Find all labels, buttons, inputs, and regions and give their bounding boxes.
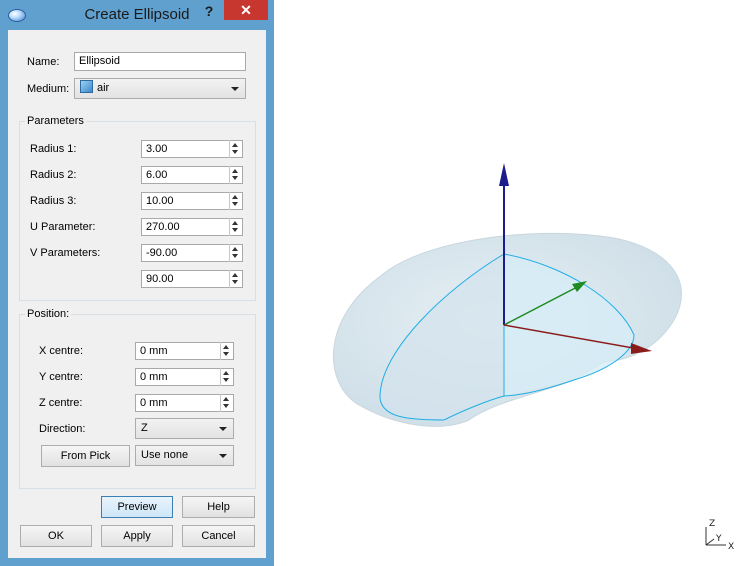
dialog-client-area: Name: Ellipsoid Medium: air Parameters R… bbox=[8, 30, 266, 558]
z-centre-label: Z centre: bbox=[39, 397, 83, 409]
create-ellipsoid-dialog: Create Ellipsoid ? ✕ Name: Ellipsoid Med… bbox=[0, 0, 274, 566]
u-parameter-input[interactable]: 270.00 bbox=[141, 218, 243, 236]
spin-arrows-icon[interactable] bbox=[229, 166, 241, 184]
medium-select[interactable]: air bbox=[74, 78, 246, 99]
radius-1-value: 3.00 bbox=[146, 143, 168, 155]
use-select[interactable]: Use none bbox=[135, 445, 234, 466]
radius-3-input[interactable]: 10.00 bbox=[141, 192, 243, 210]
axis-triad: Z Y X bbox=[705, 519, 734, 552]
spin-arrows-icon[interactable] bbox=[220, 342, 232, 360]
radius-2-value: 6.00 bbox=[146, 169, 168, 181]
name-label: Name: bbox=[27, 56, 60, 68]
radius-3-value: 10.00 bbox=[146, 195, 174, 207]
triad-y-label: Y bbox=[715, 534, 722, 544]
triad-z-label: Z bbox=[709, 519, 715, 529]
viewport-canvas: Z Y X bbox=[333, 163, 734, 552]
medium-cube-icon bbox=[80, 80, 93, 93]
position-group-title: Position: bbox=[25, 308, 72, 320]
medium-label: Medium: bbox=[27, 83, 70, 95]
use-value: Use none bbox=[141, 449, 189, 461]
x-centre-label: X centre: bbox=[39, 345, 84, 357]
spin-arrows-icon[interactable] bbox=[220, 368, 232, 386]
triad-y-line bbox=[705, 538, 715, 546]
z-centre-value: 0 mm bbox=[140, 397, 168, 409]
ok-button[interactable]: OK bbox=[20, 525, 92, 547]
v-parameter-min-input[interactable]: -90.00 bbox=[141, 244, 243, 262]
spin-arrows-icon[interactable] bbox=[229, 244, 241, 262]
3d-viewport[interactable]: Z Y X bbox=[274, 0, 737, 566]
z-centre-input[interactable]: 0 mm bbox=[135, 394, 234, 412]
help-title-button[interactable]: ? bbox=[196, 0, 222, 22]
x-centre-value: 0 mm bbox=[140, 345, 168, 357]
y-centre-value: 0 mm bbox=[140, 371, 168, 383]
triad-x-label: X bbox=[728, 542, 734, 552]
preview-button[interactable]: Preview bbox=[101, 496, 173, 518]
spin-arrows-icon[interactable] bbox=[229, 140, 241, 158]
spin-arrows-icon[interactable] bbox=[229, 192, 241, 210]
parameters-group-title: Parameters bbox=[25, 115, 86, 127]
cancel-button[interactable]: Cancel bbox=[182, 525, 255, 547]
radius-2-input[interactable]: 6.00 bbox=[141, 166, 243, 184]
u-parameter-label: U Parameter: bbox=[30, 221, 96, 233]
x-centre-input[interactable]: 0 mm bbox=[135, 342, 234, 360]
v-parameter-min-value: -90.00 bbox=[146, 247, 178, 259]
chevron-down-icon bbox=[231, 87, 239, 91]
radius-2-label: Radius 2: bbox=[30, 169, 77, 181]
y-centre-input[interactable]: 0 mm bbox=[135, 368, 234, 386]
chevron-down-icon bbox=[219, 427, 227, 431]
radius-3-label: Radius 3: bbox=[30, 195, 77, 207]
z-axis-arrow-icon bbox=[499, 163, 509, 186]
spin-arrows-icon[interactable] bbox=[229, 218, 241, 236]
direction-value: Z bbox=[141, 422, 148, 434]
name-input[interactable]: Ellipsoid bbox=[74, 52, 246, 71]
radius-1-label: Radius 1: bbox=[30, 143, 77, 155]
close-button[interactable]: ✕ bbox=[224, 0, 268, 20]
direction-label: Direction: bbox=[39, 423, 86, 435]
direction-select[interactable]: Z bbox=[135, 418, 234, 439]
help-button[interactable]: Help bbox=[182, 496, 255, 518]
apply-button[interactable]: Apply bbox=[101, 525, 173, 547]
v-parameter-max-input[interactable]: 90.00 bbox=[141, 270, 243, 288]
u-parameter-value: 270.00 bbox=[146, 221, 180, 233]
medium-value: air bbox=[97, 82, 110, 94]
from-pick-button[interactable]: From Pick bbox=[41, 445, 130, 467]
y-centre-label: Y centre: bbox=[39, 371, 83, 383]
title-bar[interactable]: Create Ellipsoid ? ✕ bbox=[0, 0, 274, 30]
chevron-down-icon bbox=[219, 454, 227, 458]
v-parameters-label: V Parameters: bbox=[30, 247, 101, 259]
spin-arrows-icon[interactable] bbox=[220, 394, 232, 412]
radius-1-input[interactable]: 3.00 bbox=[141, 140, 243, 158]
spin-arrows-icon[interactable] bbox=[229, 270, 241, 288]
v-parameter-max-value: 90.00 bbox=[146, 273, 174, 285]
close-icon: ✕ bbox=[240, 2, 252, 18]
